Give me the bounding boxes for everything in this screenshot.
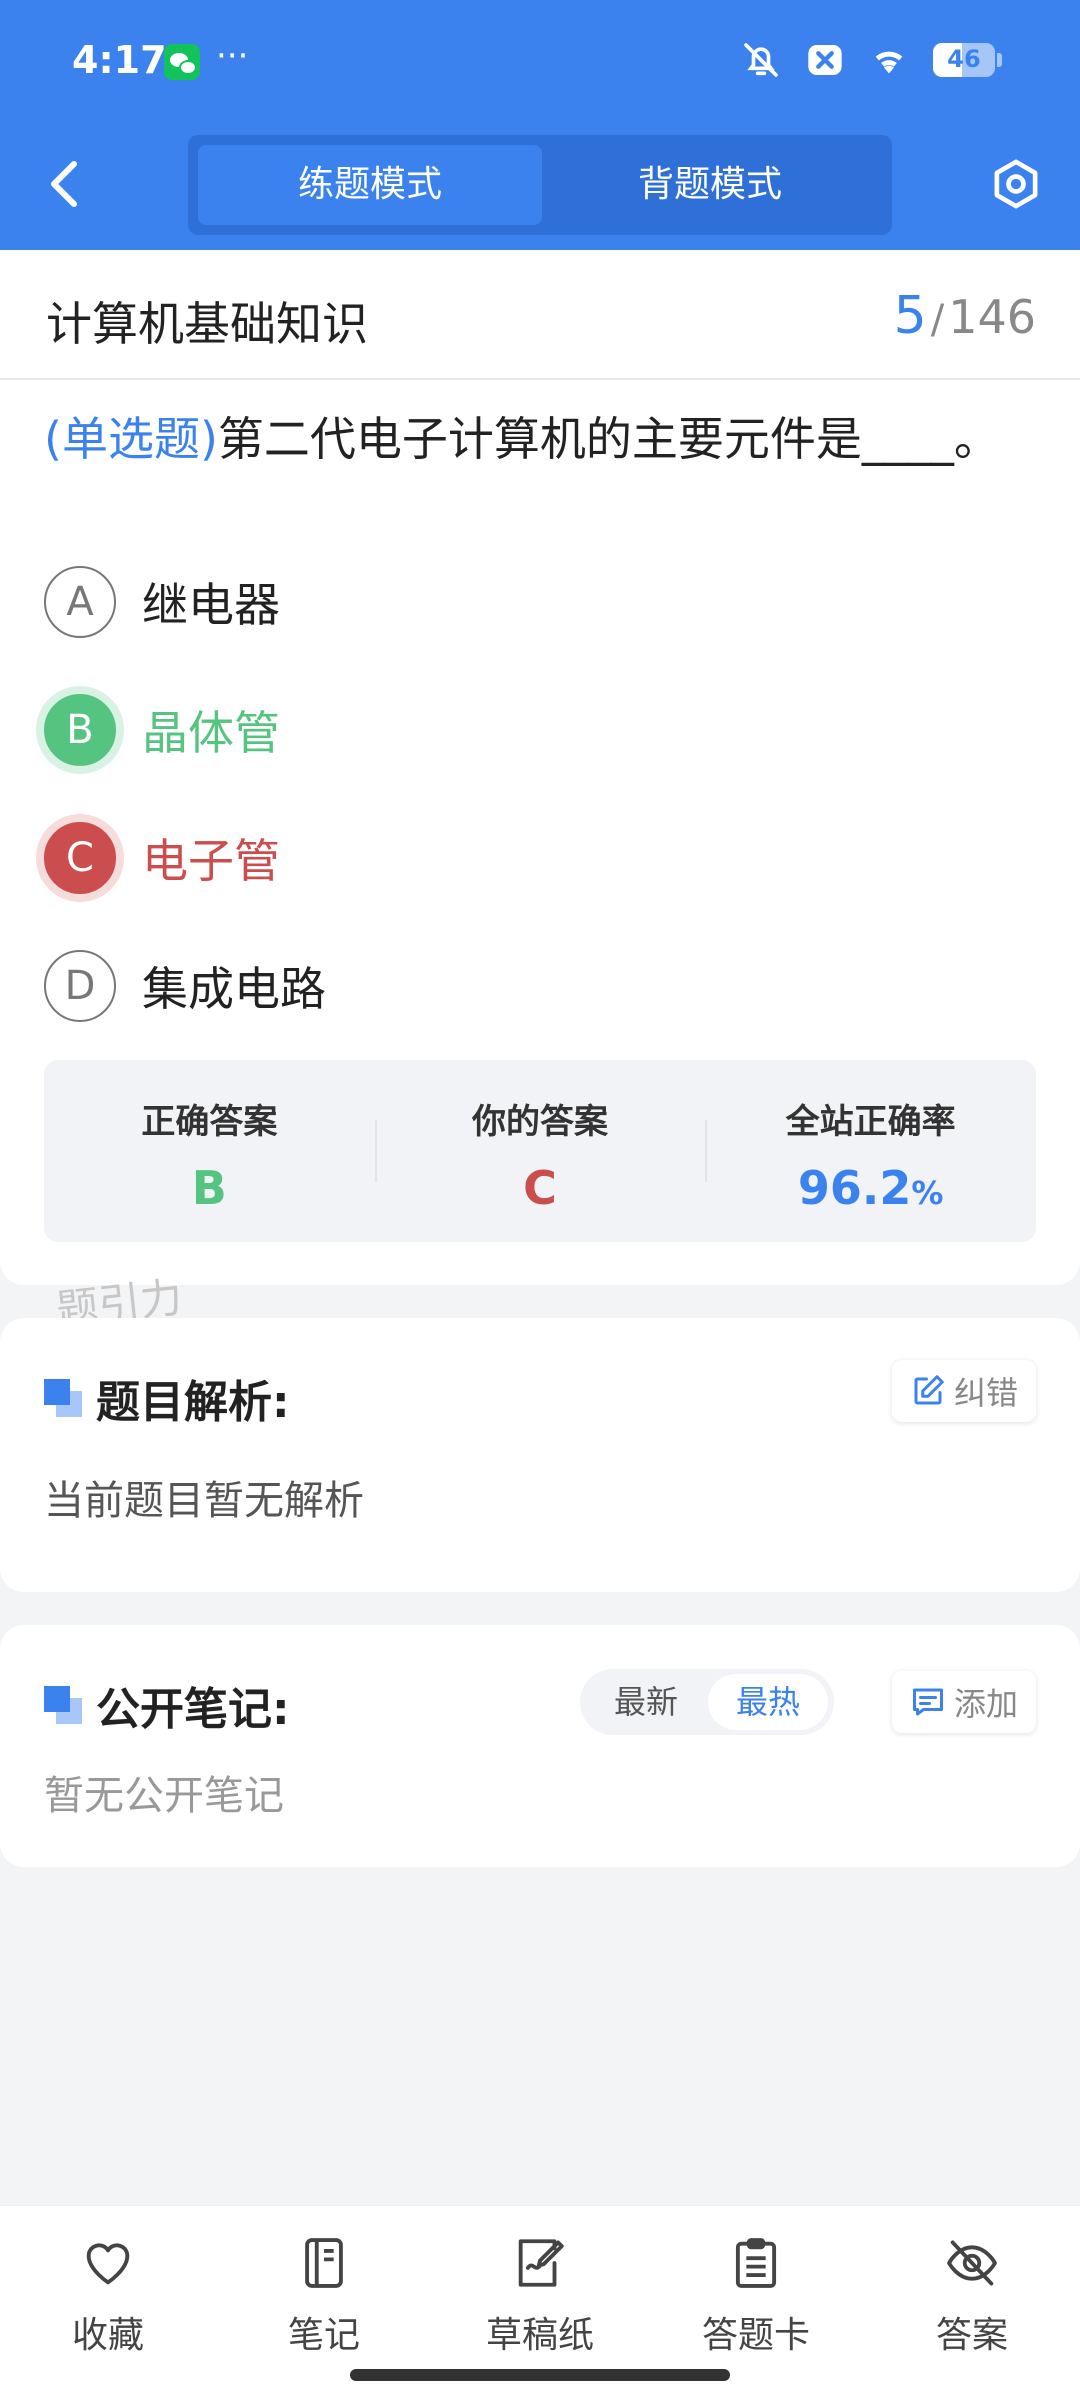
site-accuracy-label: 全站正确率 — [785, 1102, 956, 1142]
analysis-body: 当前题目暂无解析 — [44, 1478, 364, 1524]
wifi-icon — [875, 51, 903, 74]
answer-card-icon — [735, 2238, 777, 2288]
nav-label: 答题卡 — [701, 2315, 810, 2356]
option-letter: C — [44, 822, 116, 894]
wechat-notification-icon — [164, 44, 200, 80]
counter-separator: / — [930, 297, 945, 343]
home-indicator[interactable] — [350, 2369, 730, 2381]
heart-icon — [86, 2243, 130, 2285]
accuracy-unit: % — [911, 1174, 944, 1212]
comment-icon — [912, 1688, 943, 1716]
question-type-label: (单选题) — [44, 412, 218, 466]
back-arrow-icon[interactable] — [44, 158, 84, 210]
add-note-label: 添加 — [953, 1685, 1018, 1723]
current-question-number: 5 — [893, 286, 927, 346]
sim-error-icon — [808, 45, 842, 75]
question-stem: 第二代电子计算机的主要元件是____。 — [217, 412, 1000, 466]
option-letter: A — [44, 566, 116, 638]
section-square-icon — [44, 1379, 82, 1417]
eye-off-icon — [947, 2240, 997, 2286]
edit-icon — [914, 1375, 944, 1405]
battery-tip — [997, 53, 1002, 67]
option-letter: D — [44, 950, 116, 1022]
more-notifications-indicator: ··· — [216, 36, 249, 76]
site-accuracy-value: 96.2% — [705, 1161, 1036, 1215]
app-header: 4:17 ··· 46 练题模式 背题模式 — [0, 0, 1080, 250]
battery-indicator: 46 — [933, 43, 995, 77]
notes-title: 公开笔记: — [96, 1684, 290, 1735]
notebook-icon — [305, 2238, 343, 2288]
site-accuracy-stat: 全站正确率 96.2% — [705, 1060, 1036, 1242]
answer-stats-panel: 正确答案 B 你的答案 C 全站正确率 96.2% — [44, 1060, 1036, 1242]
subject-row: 计算机基础知识 5/146 — [0, 250, 1080, 380]
draft-paper-icon — [518, 2239, 564, 2287]
option-b[interactable]: B 晶体管 — [44, 692, 944, 768]
correct-answer-label: 正确答案 — [141, 1102, 278, 1142]
your-answer-stat: 你的答案 C — [374, 1060, 706, 1242]
status-time: 4:17 — [72, 38, 167, 82]
accuracy-number: 96.2 — [797, 1161, 912, 1215]
nav-label: 草稿纸 — [485, 2315, 594, 2356]
add-note-button[interactable]: 添加 — [891, 1671, 1036, 1733]
notes-body: 暂无公开笔记 — [44, 1773, 284, 1819]
option-a[interactable]: A 继电器 — [44, 564, 944, 640]
total-question-count: 146 — [948, 290, 1036, 344]
correct-answer-stat: 正确答案 B — [44, 1060, 375, 1242]
battery-level: 46 — [947, 45, 981, 73]
report-error-label: 纠错 — [953, 1374, 1018, 1412]
option-letter: B — [44, 694, 116, 766]
correct-answer-value: B — [191, 1161, 227, 1215]
nav-favorite[interactable]: 收藏 — [0, 2206, 216, 2400]
sort-hottest-option[interactable]: 最热 — [708, 1674, 828, 1730]
question-counter[interactable]: 5/146 — [894, 286, 1036, 346]
nav-label: 收藏 — [71, 2315, 144, 2356]
nav-label: 笔记 — [287, 2315, 360, 2356]
section-square-icon — [44, 1686, 82, 1724]
mute-icon — [744, 43, 778, 77]
your-answer-label: 你的答案 — [472, 1102, 608, 1142]
nav-label: 答案 — [935, 2315, 1008, 2356]
analysis-title: 题目解析: — [96, 1377, 290, 1428]
option-text: 继电器 — [142, 578, 280, 632]
question-text: (单选题)第二代电子计算机的主要元件是____。 — [44, 408, 1044, 470]
your-answer-value: C — [523, 1161, 557, 1215]
notes-sort-toggle: 最新 最热 — [580, 1669, 834, 1735]
option-d[interactable]: D 集成电路 — [44, 948, 944, 1024]
analysis-panel: 题目解析: 纠错 当前题目暂无解析 — [0, 1318, 1080, 1592]
mode-switcher: 练题模式 背题模式 — [188, 135, 892, 235]
option-text: 晶体管 — [142, 706, 280, 760]
settings-gear-icon[interactable] — [988, 156, 1044, 212]
question-card: 计算机基础知识 5/146 (单选题)第二代电子计算机的主要元件是____。 A… — [0, 250, 1080, 1285]
status-bar: 4:17 ··· 46 — [0, 0, 1080, 125]
tab-practice-mode[interactable]: 练题模式 — [198, 145, 542, 225]
report-error-button[interactable]: 纠错 — [891, 1360, 1036, 1422]
sort-latest-option[interactable]: 最新 — [586, 1674, 706, 1730]
nav-answer-toggle[interactable]: 答案 — [864, 2206, 1080, 2400]
option-text: 电子管 — [142, 834, 280, 888]
option-text: 集成电路 — [142, 962, 326, 1016]
subject-title: 计算机基础知识 — [46, 297, 368, 351]
notes-panel: 公开笔记: 最新 最热 添加 暂无公开笔记 — [0, 1625, 1080, 1867]
option-c[interactable]: C 电子管 — [44, 820, 944, 896]
tab-memorize-mode[interactable]: 背题模式 — [538, 145, 882, 225]
